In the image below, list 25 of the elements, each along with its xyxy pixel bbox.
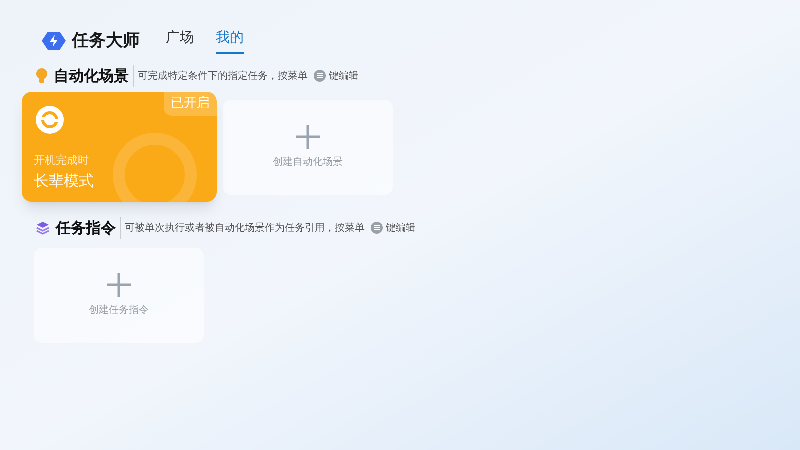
section-title: 任务指令 [56, 216, 121, 240]
create-label: 创建任务指令 [89, 304, 149, 318]
section-title: 自动化场景 [54, 64, 134, 88]
nav-tab[interactable]: 广场 [166, 28, 194, 54]
trigger-text: 开机完成时 [34, 153, 89, 169]
sync-icon [36, 106, 64, 134]
create-card[interactable]: 创建任务指令 [34, 248, 204, 343]
section-hint: 键编辑 [386, 222, 416, 236]
plus-icon [296, 124, 320, 148]
section-hint: 可被单次执行或者被自动化场景作为任务引用，按菜单 [125, 222, 365, 236]
scene-card[interactable]: 已开启 开机完成时 长辈模式 [22, 92, 217, 202]
scene-name: 长辈模式 [34, 171, 94, 192]
section-hint: 键编辑 [329, 70, 359, 84]
nav-tab[interactable]: 我的 [216, 28, 244, 54]
menu-icon [314, 70, 326, 82]
create-label: 创建自动化场景 [273, 156, 343, 170]
section-hint: 可完成特定条件下的指定任务，按菜单 [138, 70, 308, 84]
plus-icon [107, 273, 131, 297]
create-card[interactable]: 创建自动化场景 [223, 100, 393, 194]
lightbulb-icon [36, 68, 48, 84]
app-title: 任务大师 [72, 30, 140, 52]
menu-icon [371, 222, 383, 234]
layers-icon [36, 221, 50, 235]
status-badge: 已开启 [164, 92, 217, 116]
app-logo-icon [42, 31, 66, 52]
